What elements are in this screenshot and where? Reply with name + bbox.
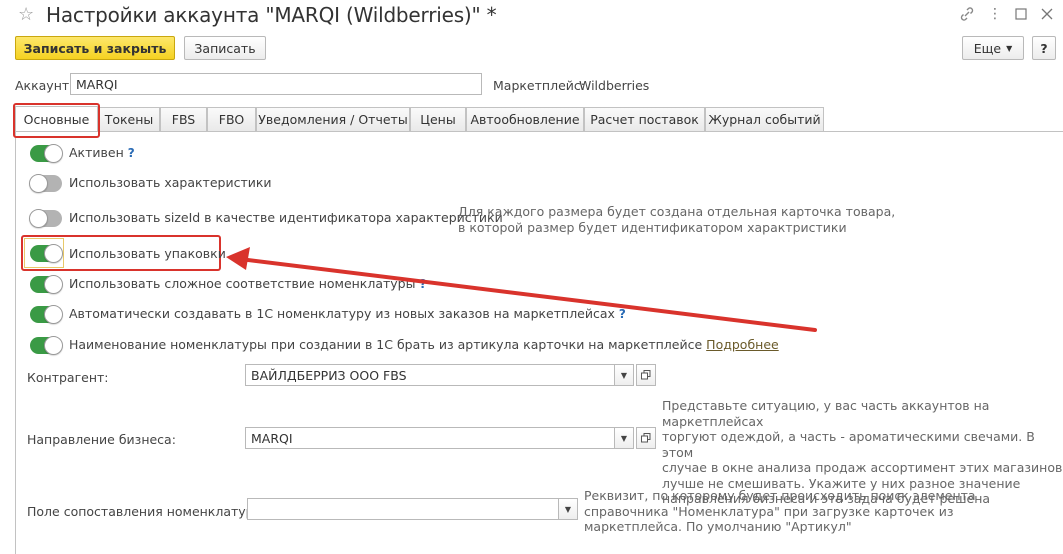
counterparty-open-icon[interactable] (636, 364, 656, 386)
business-direction-field[interactable]: MARQI (245, 427, 615, 449)
counterparty-dropdown-icon[interactable]: ▼ (614, 364, 634, 386)
mapping-field[interactable] (247, 498, 559, 520)
counterparty-label: Контрагент: (27, 370, 109, 385)
mapping-label: Поле сопоставления номенклатуры: (27, 504, 268, 519)
counterparty-field[interactable]: ВАЙЛДБЕРРИЗ ООО FBS (245, 364, 615, 386)
business-open-icon[interactable] (636, 427, 656, 449)
mapping-note: Реквизит, по которому будет происходить … (584, 488, 976, 534)
business-dropdown-icon[interactable]: ▼ (614, 427, 634, 449)
mapping-dropdown-icon[interactable]: ▼ (558, 498, 578, 520)
business-direction-label: Направление бизнеса: (27, 432, 176, 447)
